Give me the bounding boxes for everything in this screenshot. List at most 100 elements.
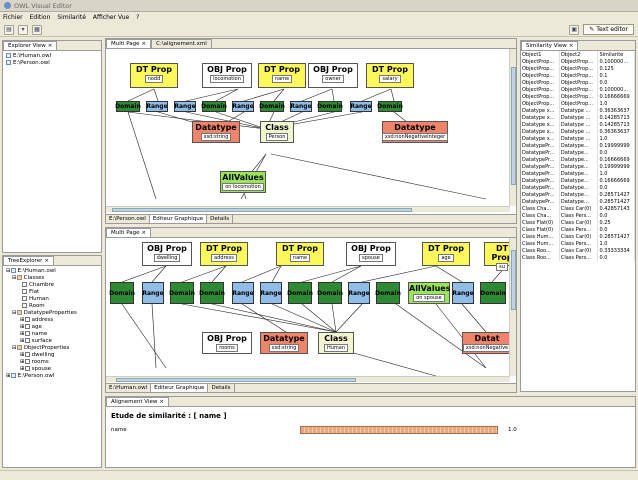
table-row[interactable]: DatatypePr... Datatype... 0.0 (521, 149, 635, 156)
tree-item[interactable]: ⊞ E:\Person.owl (6, 373, 98, 380)
domain-pill[interactable]: Domain (317, 282, 343, 304)
column-header[interactable]: Similarite (597, 51, 635, 58)
tree-item[interactable]: ⊞ surface (6, 338, 98, 345)
table-row[interactable]: DatatypePr... Datatype... 1.0 (521, 170, 635, 177)
text-editor-button[interactable]: ✎ Text editor (583, 24, 634, 35)
menu-edition[interactable]: Edition (30, 14, 51, 21)
tree-item[interactable]: ⊞ address (6, 317, 98, 324)
obj-prop-node[interactable]: OBJ Prop rooms (202, 332, 252, 354)
explorer-item[interactable]: E:\Human.owl (6, 53, 98, 60)
table-row[interactable]: Class Flat(0) Class Pers... 0.0 (521, 226, 635, 233)
tree-item[interactable]: Chambre (6, 282, 98, 289)
tab-similarity-view[interactable]: Similarity View × (521, 41, 579, 50)
menu-fichier[interactable]: Fichier (3, 14, 23, 21)
table-row[interactable]: Class Hum... Class Car(0) 0.28571427 (521, 233, 635, 240)
bottom-vertical-scrollbar[interactable] (509, 238, 516, 376)
obj-prop-node[interactable]: OBJ Prop owner (308, 63, 358, 88)
new-file-icon[interactable]: ▤ (4, 24, 14, 35)
dt-prop-node[interactable]: DT Prop address (200, 242, 248, 266)
scroll-thumb[interactable] (116, 378, 356, 382)
range-pill[interactable]: Range (232, 101, 254, 112)
class-node[interactable]: Class Human (318, 332, 354, 354)
tree-item[interactable]: ⊞ dwelling (6, 352, 98, 359)
range-pill[interactable]: Range (174, 101, 196, 112)
obj-prop-node[interactable]: OBJ Prop locomotion (202, 63, 252, 88)
page-tab-file[interactable]: E:\Human.owl (106, 384, 152, 392)
domain-pill[interactable]: Domain (201, 101, 227, 112)
tab-alignement-xml[interactable]: C:\alignement.xml (151, 39, 212, 48)
class-node[interactable]: Class Person (260, 121, 294, 143)
domain-pill[interactable]: Domain (317, 101, 343, 112)
domain-pill[interactable]: Domain (109, 282, 135, 304)
table-row[interactable]: Class Roo... Class Pers... 0.0 (521, 254, 635, 261)
domain-pill[interactable]: Domain (259, 101, 285, 112)
allvalues-node[interactable]: AllValues on locomotion (220, 171, 266, 193)
obj-prop-node[interactable]: OBJ Prop spouse (346, 242, 396, 266)
obj-prop-node[interactable]: OBJ Prop dwelling (142, 242, 192, 266)
table-row[interactable]: Class Cha... Class Car(0) 0.42857143 (521, 205, 635, 212)
menu-similarite[interactable]: Similarité (57, 14, 86, 21)
domain-pill[interactable]: Domain (377, 101, 403, 112)
table-row[interactable]: Datatype x... Datatype ... 0.14285713 (521, 114, 635, 121)
tab-explorer-view[interactable]: Explorer View × (3, 41, 58, 50)
datatype-node[interactable]: Datatype xsd:nonNegativeInteger (381, 121, 449, 143)
column-header[interactable]: Object2 (559, 51, 599, 58)
range-pill[interactable]: Range (350, 101, 372, 112)
page-tab-graph-editor[interactable]: Editeur Graphique (151, 384, 209, 392)
table-row[interactable]: Datatype x... Datatype ... 0.14285713 (521, 121, 635, 128)
range-pill[interactable]: Range (232, 282, 254, 304)
table-icon[interactable]: ▦ (32, 24, 42, 35)
dt-prop-node[interactable]: DT Prop age (422, 242, 470, 266)
domain-pill[interactable]: Domain (480, 282, 506, 304)
tree-item[interactable]: Human (6, 296, 98, 303)
tree-item[interactable]: ⊟ Classes (6, 275, 98, 282)
tree-item[interactable]: Room (6, 303, 98, 310)
range-pill[interactable]: Range (142, 282, 164, 304)
dt-prop-node[interactable]: DT Prop name (258, 63, 306, 88)
range-pill[interactable]: Range (452, 282, 474, 304)
dropdown-arrow-icon[interactable]: ▾ (18, 24, 28, 35)
tree-item[interactable]: ⊟ DatatypeProperties (6, 310, 98, 317)
tab-alignement-view[interactable]: Alignement View × (106, 397, 169, 406)
table-row[interactable]: Class Flat(0) Class Car(0) 0.25 (521, 219, 635, 226)
table-row[interactable]: DatatypePr... Datatype... 0.28571427 (521, 198, 635, 205)
table-row[interactable]: Class Roo... Class Car(0) 0.33333334 (521, 247, 635, 254)
table-row[interactable]: DatatypePr... Datatype... 0.19999999 (521, 142, 635, 149)
domain-pill[interactable]: Domain (115, 101, 141, 112)
tree-item[interactable]: Flat (6, 289, 98, 296)
table-row[interactable]: ObjectProp... ObjectProp... 0.1 (521, 72, 635, 79)
domain-pill[interactable]: Domain (287, 282, 313, 304)
table-row[interactable]: Datatype x... Datatype ... 0.36363637 (521, 107, 635, 114)
scroll-thumb[interactable] (511, 67, 516, 185)
allvalues-node[interactable]: AllValues on spouse (408, 282, 450, 304)
tree-item[interactable]: ⊞ rooms (6, 359, 98, 366)
tree-item[interactable]: ⊞ name (6, 331, 98, 338)
range-pill[interactable]: Range (146, 101, 168, 112)
table-row[interactable]: DatatypePr... Datatype... 0.28571427 (521, 191, 635, 198)
datatype-node[interactable]: Datat xsd:nonNegative (462, 332, 510, 354)
top-horizontal-scrollbar[interactable] (106, 206, 510, 212)
menu-help[interactable]: ? (136, 14, 139, 21)
datatype-node[interactable]: Datatype xsd:string (260, 332, 308, 354)
table-row[interactable]: ObjectProp... ObjectProp... 0.16666669 (521, 93, 635, 100)
range-pill[interactable]: Range (260, 282, 282, 304)
table-row[interactable]: DatatypePr... Datatype... 0.0 (521, 184, 635, 191)
column-header[interactable]: Object1 (521, 51, 560, 58)
table-row[interactable]: Class Cha... Class Pers... 0.0 (521, 212, 635, 219)
tree-item[interactable]: ⊞ spouse (6, 366, 98, 373)
range-pill[interactable]: Range (348, 282, 370, 304)
page-tab-file[interactable]: E:\Person.owl (106, 215, 150, 223)
page-tab-details[interactable]: Details (207, 215, 234, 223)
domain-pill[interactable]: Domain (169, 282, 195, 304)
table-row[interactable]: DatatypePr... Datatype... 0.16666669 (521, 177, 635, 184)
tab-multi-page-bottom[interactable]: Multi Page × (106, 228, 152, 237)
table-row[interactable]: ObjectProp... ObjectProp... 0.100000... (521, 58, 635, 65)
table-row[interactable]: ObjectProp... ObjectProp... 0.100000... (521, 86, 635, 93)
table-row[interactable]: ObjectProp... ObjectProp... 0.125 (521, 65, 635, 72)
tab-tree-explorer[interactable]: TreeExplorer × (3, 256, 54, 265)
table-row[interactable]: Datatype x... Datatype ... 1.0 (521, 135, 635, 142)
domain-pill[interactable]: Domain (375, 282, 401, 304)
datatype-node[interactable]: Datatype xsd:string (192, 121, 240, 143)
page-tab-details[interactable]: Details (208, 384, 235, 392)
table-row[interactable]: DatatypePr... Datatype... 0.16666669 (521, 156, 635, 163)
